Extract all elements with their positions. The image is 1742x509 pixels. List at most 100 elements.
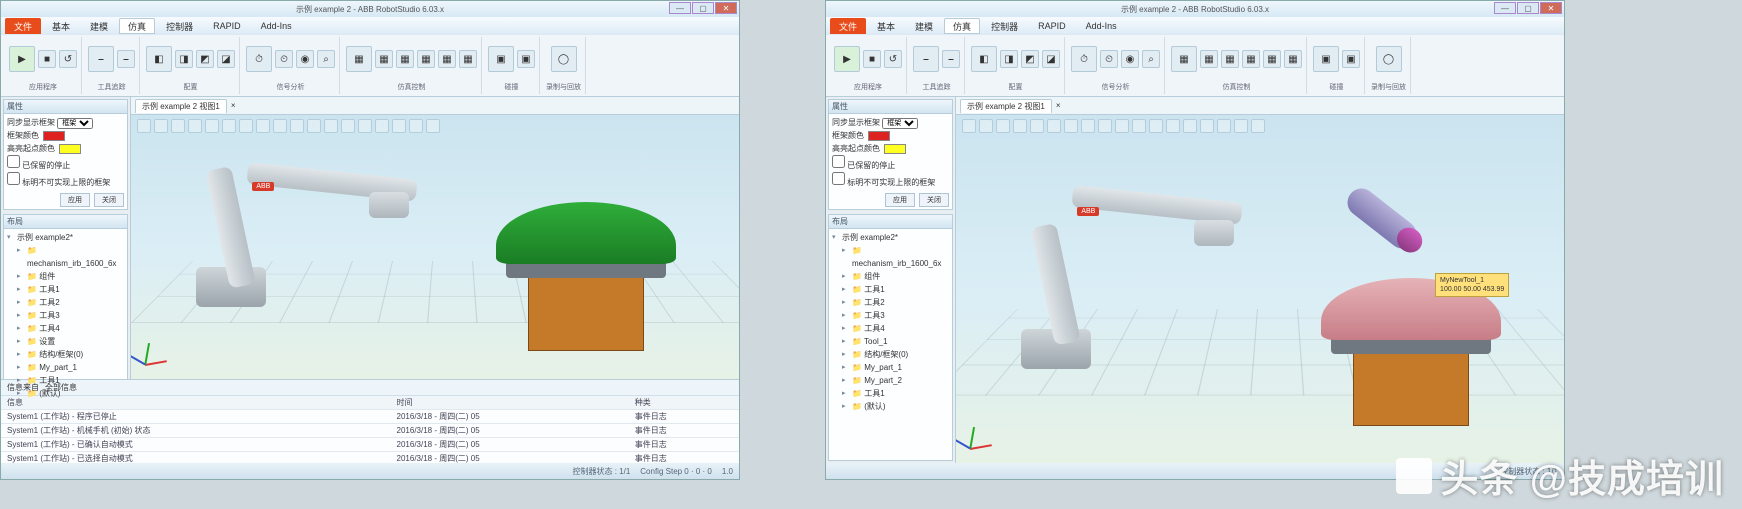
tree-item[interactable]: 📁 工具1 [842,387,949,400]
ribbon-button-icon[interactable]: ◉ [1121,50,1139,68]
tab-Add-Ins[interactable]: Add-Ins [252,18,301,34]
tree-item[interactable]: 📁 (默认) [17,387,124,400]
view-tool-icon[interactable] [1098,119,1112,133]
view-tool-icon[interactable] [1115,119,1129,133]
view-tool-icon[interactable] [324,119,338,133]
view-tab[interactable]: 示例 example 2 视图1 [960,99,1052,113]
tree-item[interactable]: 📁 设置 [17,335,124,348]
tab-基本[interactable]: 基本 [868,18,904,34]
view-tool-icon[interactable] [188,119,202,133]
ribbon-button-icon[interactable]: ▦ [1242,50,1260,68]
tree-item[interactable]: 📁 My_part_1 [842,361,949,374]
view-tool-icon[interactable] [154,119,168,133]
minimize-button[interactable]: — [669,2,691,14]
grid-row[interactable]: System1 (工作站) - 机械手机 (初始) 状态2016/3/18 - … [1,424,739,438]
view-tab[interactable]: 示例 example 2 视图1 [135,99,227,113]
ribbon-button-icon[interactable]: ⎯ [942,50,960,68]
ribbon-button-icon[interactable]: ▣ [1342,50,1360,68]
work-table[interactable] [1331,286,1491,426]
maximize-button[interactable]: ▢ [692,2,714,14]
tab-控制器[interactable]: 控制器 [157,18,202,34]
ribbon-button-icon[interactable]: ⏱ [1071,46,1097,72]
ribbon-button-icon[interactable]: ⎯ [913,46,939,72]
ribbon-button-icon[interactable]: ▶ [9,46,35,72]
ribbon-button-icon[interactable]: ◧ [146,46,172,72]
tree-item[interactable]: 📁 工具3 [17,309,124,322]
ribbon-button-icon[interactable]: ◪ [217,50,235,68]
tree-item[interactable]: 📁 (默认) [842,400,949,413]
ribbon-button-icon[interactable]: ▣ [488,46,514,72]
color-swatch-icon[interactable] [868,131,890,141]
ribbon-button-icon[interactable]: ◪ [1042,50,1060,68]
grid-header[interactable]: 种类 [629,396,739,410]
view-tool-icon[interactable] [1132,119,1146,133]
ribbon-button-icon[interactable]: ▦ [417,50,435,68]
tree-item[interactable]: 📁 组件 [17,270,124,283]
view-tool-icon[interactable] [409,119,423,133]
ribbon-button-icon[interactable]: ↺ [59,50,77,68]
view-tool-icon[interactable] [392,119,406,133]
color-swatch-icon[interactable] [43,131,65,141]
tab-基本[interactable]: 基本 [43,18,79,34]
tree-item[interactable]: 📁 工具1 [17,374,124,387]
tree-item[interactable]: 📁 工具1 [842,283,949,296]
view-tool-icon[interactable] [1234,119,1248,133]
close-button[interactable]: ✕ [715,2,737,14]
tab-仿真[interactable]: 仿真 [944,18,980,34]
view-tool-icon[interactable] [1013,119,1027,133]
view-tool-icon[interactable] [256,119,270,133]
checkbox[interactable] [832,172,845,185]
view-tool-icon[interactable] [1251,119,1265,133]
ribbon-button-icon[interactable]: ⌕ [1142,50,1160,68]
view-tool-icon[interactable] [1149,119,1163,133]
tab-RAPID[interactable]: RAPID [1029,18,1075,34]
view-tool-icon[interactable] [290,119,304,133]
frame-select[interactable]: 框架 [882,118,918,129]
robot-model[interactable]: ABB [1005,163,1285,383]
ribbon-button-icon[interactable]: ▦ [346,46,372,72]
close-button[interactable]: 关闭 [919,193,949,207]
ribbon-button-icon[interactable]: ▣ [1313,46,1339,72]
tab-RAPID[interactable]: RAPID [204,18,250,34]
view-tool-icon[interactable] [1081,119,1095,133]
frame-select[interactable]: 框架 [57,118,93,129]
view-tool-icon[interactable] [1200,119,1214,133]
ribbon-button-icon[interactable]: ▦ [1200,50,1218,68]
view-tool-icon[interactable] [273,119,287,133]
view-tool-icon[interactable] [358,119,372,133]
ribbon-button-icon[interactable]: ▦ [1221,50,1239,68]
checkbox[interactable] [7,155,20,168]
color-swatch-icon[interactable] [59,144,81,154]
ribbon-button-icon[interactable]: ▦ [1171,46,1197,72]
tree-item[interactable]: 📁 工具1 [17,283,124,296]
maximize-button[interactable]: ▢ [1517,2,1539,14]
tree-item[interactable]: 📁 mechanism_irb_1600_6x [17,244,124,270]
view-tool-icon[interactable] [307,119,321,133]
view-tool-icon[interactable] [962,119,976,133]
tree-item[interactable]: 📁 组件 [842,270,949,283]
tree-item[interactable]: 📁 工具2 [842,296,949,309]
view-tool-icon[interactable] [426,119,440,133]
ribbon-button-icon[interactable]: ⌕ [317,50,335,68]
tab-建模[interactable]: 建模 [81,18,117,34]
tab-建模[interactable]: 建模 [906,18,942,34]
grid-row[interactable]: System1 (工作站) - 已确认自动模式2016/3/18 - 周四(二)… [1,438,739,452]
view-tool-icon[interactable] [341,119,355,133]
view-tool-icon[interactable] [375,119,389,133]
tab-Add-Ins[interactable]: Add-Ins [1077,18,1126,34]
tab-仿真[interactable]: 仿真 [119,18,155,34]
tree-item[interactable]: 📁 工具3 [842,309,949,322]
color-swatch-icon[interactable] [884,144,906,154]
view-tool-icon[interactable] [239,119,253,133]
ribbon-button-icon[interactable]: ◧ [971,46,997,72]
ribbon-button-icon[interactable]: ▦ [459,50,477,68]
ribbon-button-icon[interactable]: ■ [38,50,56,68]
ribbon-button-icon[interactable]: ▦ [438,50,456,68]
ribbon-button-icon[interactable]: ⎯ [117,50,135,68]
ribbon-button-icon[interactable]: ↺ [884,50,902,68]
tree-item[interactable]: 📁 工具2 [17,296,124,309]
view-tool-icon[interactable] [1217,119,1231,133]
apply-button[interactable]: 应用 [60,193,90,207]
ribbon-button-icon[interactable]: ▶ [834,46,860,72]
ribbon-button-icon[interactable]: ⎯ [88,46,114,72]
